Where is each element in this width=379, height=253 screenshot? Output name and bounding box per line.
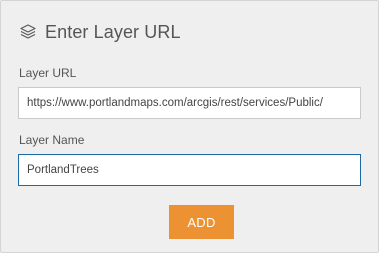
add-layer-panel: Enter Layer URL Layer URL Layer Name ADD xyxy=(0,0,379,253)
layer-name-input[interactable] xyxy=(18,154,361,186)
layer-url-label: Layer URL xyxy=(19,66,77,80)
layer-url-input[interactable] xyxy=(18,87,361,119)
layers-icon xyxy=(19,23,37,41)
panel-header: Enter Layer URL xyxy=(19,21,181,43)
panel-title: Enter Layer URL xyxy=(45,21,181,42)
add-button[interactable]: ADD xyxy=(169,205,234,239)
layer-name-label: Layer Name xyxy=(19,133,85,147)
